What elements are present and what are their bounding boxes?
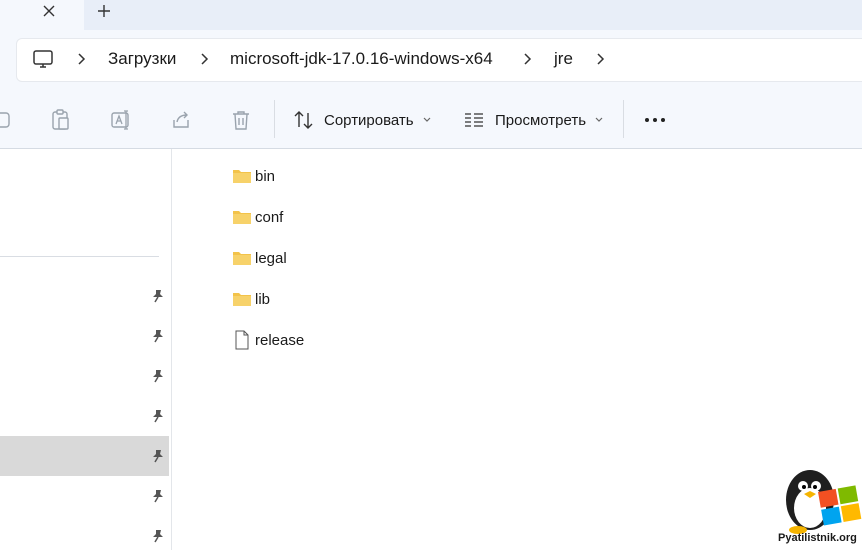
- sort-label: Сортировать: [324, 111, 414, 129]
- file-name: release: [255, 331, 305, 349]
- folder-icon: [233, 211, 251, 224]
- view-button[interactable]: Просмотреть: [463, 106, 604, 134]
- chevron-right-icon[interactable]: [199, 49, 211, 69]
- chevron-right-icon[interactable]: [595, 49, 607, 69]
- rename-icon[interactable]: [110, 108, 132, 132]
- chevron-down-icon: [423, 117, 431, 122]
- sidebar-item[interactable]: [0, 476, 169, 516]
- chevron-right-icon[interactable]: [76, 49, 88, 69]
- watermark-text: Pyatilistnik.org: [778, 532, 857, 544]
- delete-icon[interactable]: [230, 108, 252, 132]
- file-item[interactable]: release: [232, 329, 304, 351]
- pin-icon[interactable]: [150, 368, 166, 384]
- sidebar-item[interactable]: [0, 276, 169, 316]
- tab-strip: [0, 0, 862, 30]
- file-name: bin: [255, 167, 276, 185]
- pin-icon[interactable]: [150, 408, 166, 424]
- paste-icon[interactable]: [50, 108, 72, 132]
- breadcrumb-item-downloads[interactable]: Загрузки: [108, 48, 176, 70]
- folder-icon: [233, 252, 251, 265]
- file-name: conf: [255, 208, 284, 226]
- pin-icon[interactable]: [150, 288, 166, 304]
- folder-item[interactable]: lib: [232, 288, 270, 310]
- sidebar-item[interactable]: [0, 436, 169, 476]
- sidebar-item[interactable]: [0, 396, 169, 436]
- file-name: legal: [255, 249, 287, 267]
- this-pc-icon[interactable]: [30, 47, 56, 71]
- folder-item[interactable]: conf: [232, 206, 283, 228]
- file-icon: [235, 330, 249, 350]
- toolbar-divider: [274, 100, 275, 138]
- file-name: lib: [255, 290, 271, 308]
- copy-icon[interactable]: [0, 108, 14, 132]
- pin-icon[interactable]: [150, 528, 166, 544]
- pin-icon[interactable]: [150, 488, 166, 504]
- sort-button[interactable]: Сортировать: [293, 106, 432, 134]
- folder-item[interactable]: bin: [232, 165, 275, 187]
- close-icon[interactable]: [38, 0, 60, 22]
- chevron-down-icon: [595, 117, 603, 122]
- folder-icon: [233, 293, 251, 306]
- navigation-divider: [0, 256, 159, 257]
- chevron-right-icon[interactable]: [522, 49, 534, 69]
- pin-icon[interactable]: [150, 448, 166, 464]
- share-icon[interactable]: [170, 108, 192, 132]
- folder-icon: [233, 170, 251, 183]
- breadcrumb-item-jdk[interactable]: microsoft-jdk-17.0.16-windows-x64: [230, 48, 493, 70]
- sidebar-item[interactable]: [0, 356, 169, 396]
- sidebar-item[interactable]: [0, 516, 169, 556]
- more-icon[interactable]: [643, 108, 667, 132]
- folder-item[interactable]: legal: [232, 247, 287, 269]
- sidebar-item[interactable]: [0, 316, 169, 356]
- breadcrumb-item-jre[interactable]: jre: [554, 48, 573, 70]
- toolbar-divider: [623, 100, 624, 138]
- view-icon: [465, 113, 483, 127]
- view-label: Просмотреть: [495, 111, 587, 129]
- pin-icon[interactable]: [150, 328, 166, 344]
- plus-icon[interactable]: [93, 0, 115, 22]
- sort-icon: [294, 111, 313, 129]
